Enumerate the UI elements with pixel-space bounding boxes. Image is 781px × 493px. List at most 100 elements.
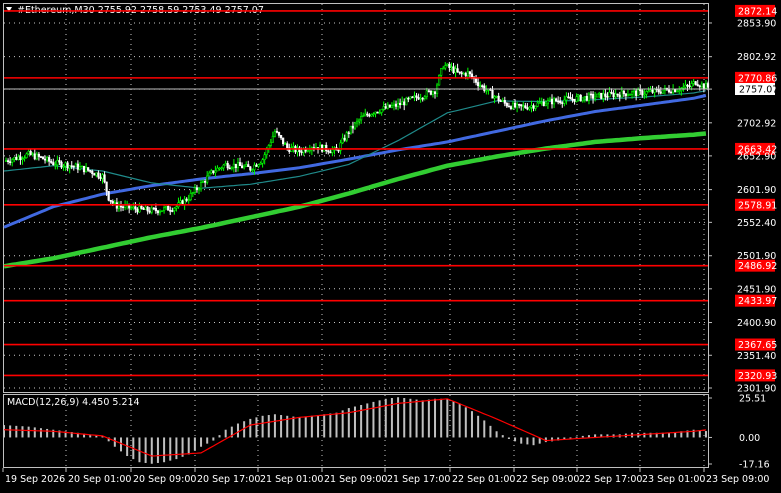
candle-body [579,94,582,102]
price-chart[interactable]: #Ethereum,M30 2755.92 2758.59 2753.49 27… [0,0,781,489]
candle-body [17,156,20,160]
macd-histogram-bar [224,429,227,438]
candle-body [206,175,209,183]
level-price-label: 2433.97 [735,294,777,307]
candle-body [565,96,568,101]
candle-body [366,113,369,116]
candle-body [37,153,40,157]
candle-body [415,95,418,98]
candle-body [567,96,570,99]
candle-body [179,200,182,203]
candle-body [688,85,691,88]
candle-body [87,167,90,171]
candle-body [165,205,168,209]
price-tick-label: 2802.92 [737,52,776,63]
current-price-value: 2757.07 [739,85,778,96]
candle-body [208,172,211,177]
candle-body [585,96,589,101]
candle-body [425,90,428,98]
candle-body [136,208,139,213]
candle-body [433,91,437,94]
candle-body [481,85,484,88]
macd-histogram-bar [46,428,49,438]
candle-body [528,106,531,110]
candle-body [672,89,675,94]
candle-body [616,93,619,96]
macd-histogram-bar [9,425,12,438]
macd-histogram-bar [341,410,344,438]
candle-body [214,170,217,174]
candle-body [606,96,609,98]
candle-body [275,131,279,133]
candle-body [80,165,84,168]
price-tick-label: 2351.40 [737,351,776,362]
candle-body [608,91,611,98]
candle-body [31,153,34,156]
candle-body [571,98,574,101]
candle-body [626,94,630,97]
candle-body [674,89,677,93]
candle-body [60,161,63,168]
level-price-label: 2578.91 [735,198,777,211]
candle-body [99,176,102,179]
candle-body [641,90,644,96]
candle-body [649,89,652,92]
candle-body [622,90,625,94]
candle-body [201,181,205,183]
candle-body [74,163,77,167]
candle-body [696,84,699,87]
macd-histogram-bar [150,437,153,464]
candle-body [249,166,252,171]
candle-body [417,97,420,100]
macd-histogram-bar [464,407,467,438]
candle-body [117,205,121,209]
macd-histogram-bar [532,437,535,446]
macd-histogram-bar [668,432,671,438]
candle-body [70,165,73,167]
candle-body [101,174,104,179]
candle-body [29,150,32,156]
candle-body [692,81,695,84]
candle-body [421,97,424,100]
candle-body [550,98,554,105]
candle-body [50,161,53,163]
candle-body [160,210,164,213]
candle-body [347,132,350,134]
candle-body [84,167,88,173]
candle-body [431,91,435,95]
candle-body [19,156,22,160]
candle-body [76,163,79,170]
candle-body [187,199,190,202]
candle-body [413,95,416,98]
macd-histogram-bar [495,431,498,438]
candle-body [103,174,106,183]
candle-body [162,207,166,212]
macd-histogram-bar [329,413,332,438]
candle-body [667,89,671,93]
candle-body [218,167,221,170]
time-tick-label: 21 Sep 01:00 [260,474,323,485]
candle-body [52,162,55,166]
candle-body [41,156,45,160]
macd-histogram-bar [421,400,424,438]
candle-body [507,105,511,108]
candle-body [72,165,75,168]
candle-body [456,68,459,73]
candle-body [485,89,488,92]
candle-body [573,98,576,102]
candle-body [612,92,615,98]
candle-body [678,90,681,92]
macd-histogram-bar [119,437,122,452]
macd-title: MACD(12,26,9) 4.450 5.214 [7,397,140,408]
candle-body [292,146,295,148]
macd-histogram-bar [21,426,24,438]
candle-body [4,160,8,162]
trading-chart-window[interactable]: #Ethereum,M30 2755.92 2758.59 2753.49 27… [0,0,781,489]
price-tick-label: 2552.40 [737,218,776,229]
level-price-value: 2578.91 [738,200,777,211]
candle-body [355,120,359,124]
macd-histogram-bar [514,437,517,442]
time-tick-label: 22 Sep 17:00 [579,474,642,485]
candle-body [308,149,311,152]
candle-body [524,105,527,108]
